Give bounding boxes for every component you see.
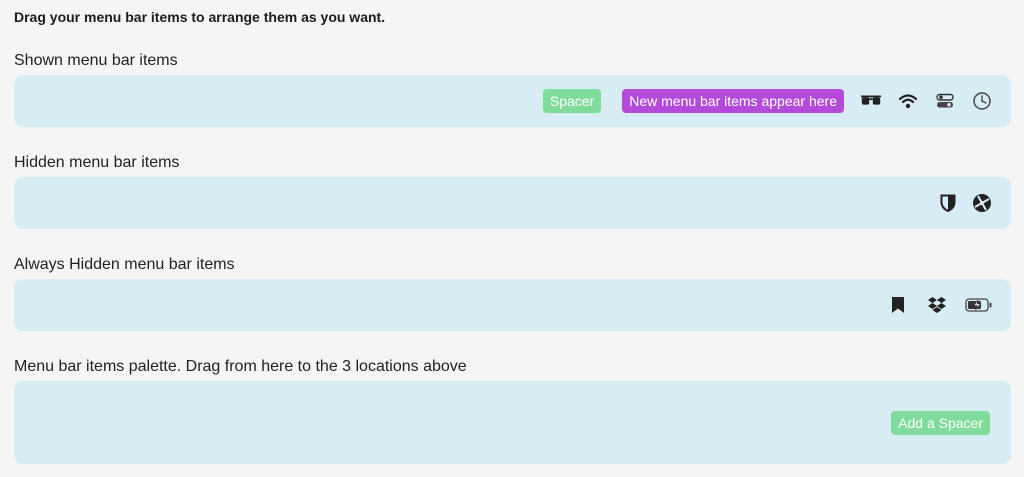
always-hidden-section-label: Always Hidden menu bar items [14,256,235,273]
aperture-icon[interactable] [971,192,993,214]
battery-charging-icon[interactable] [965,294,993,316]
shield-icon[interactable] [937,192,959,214]
shown-items-zone[interactable]: Spacer New menu bar items appear here [14,75,1011,127]
menu-bar-arrangement-page: Drag your menu bar items to arrange them… [0,0,1024,477]
dropbox-icon[interactable] [926,294,948,316]
hidden-section-label: Hidden menu bar items [14,154,180,171]
glasses-icon[interactable] [860,90,882,112]
bookmark-icon[interactable] [887,294,909,316]
add-spacer-button[interactable]: Add a Spacer [891,410,990,435]
control-center-icon[interactable] [934,90,956,112]
new-items-placeholder[interactable]: New menu bar items appear here [622,89,844,113]
always-hidden-items-zone[interactable] [14,279,1011,331]
palette-zone[interactable]: Add a Spacer [14,381,1011,464]
palette-section-label: Menu bar items palette. Drag from here t… [14,358,467,375]
wifi-icon[interactable] [897,90,919,112]
spacer-item[interactable]: Spacer [542,89,602,113]
clock-icon[interactable] [971,90,993,112]
hidden-items-zone[interactable] [14,177,1011,229]
instructions-text: Drag your menu bar items to arrange them… [14,9,386,25]
shown-section-label: Shown menu bar items [14,52,178,69]
